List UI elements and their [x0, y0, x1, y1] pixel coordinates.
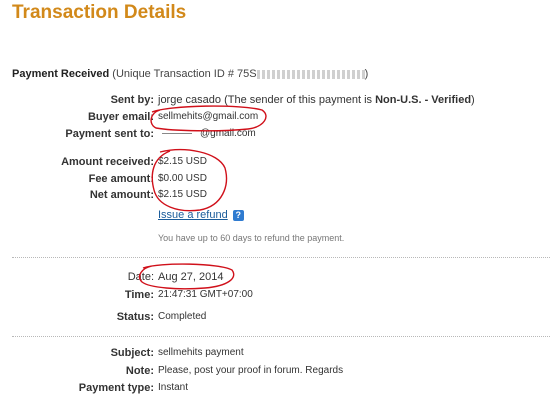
payment-received-line: Payment Received (Unique Transaction ID … [12, 68, 368, 80]
payment-type-label: Payment type: [78, 382, 154, 394]
sent-by-label: Sent by: [110, 94, 154, 106]
sender-note-prefix: (The sender of this payment is [224, 94, 376, 106]
fee-amount-label: Fee amount: [88, 173, 154, 185]
payment-sent-to-label: Payment sent to: [65, 128, 154, 140]
transaction-id-prefix: (Unique Transaction ID # 75S [112, 68, 257, 80]
sender-status: Non-U.S. - Verified [375, 94, 472, 106]
sender-name: jorge casado [158, 94, 221, 106]
time-label: Time: [124, 289, 154, 301]
sender-note-suffix: ) [471, 94, 475, 106]
payment-sent-to-domain: @gmail.com [200, 128, 256, 139]
sent-by-value: jorge casado (The sender of this payment… [158, 94, 475, 106]
status-value: Completed [158, 311, 207, 322]
time-value: 21:47:31 GMT+07:00 [158, 289, 253, 300]
date-value: Aug 27, 2014 [158, 271, 224, 283]
note-label: Note: [125, 365, 154, 377]
annotation-overlay [138, 105, 267, 290]
page-title: Transaction Details [12, 2, 187, 23]
section-divider-2 [12, 336, 550, 337]
payment-type-value: Instant [158, 382, 189, 393]
issue-refund-link[interactable]: Issue a refund [158, 209, 228, 221]
payment-received-label: Payment Received [12, 68, 110, 80]
date-label: Date: [127, 271, 154, 283]
amount-received-value: $2.15 USD [158, 156, 207, 167]
status-label: Status: [116, 311, 154, 323]
amount-received-label: Amount received: [61, 156, 154, 168]
section-divider-1 [12, 257, 550, 258]
net-amount-value: $2.15 USD [158, 189, 207, 200]
buyer-email-label: Buyer email: [87, 111, 154, 123]
transaction-id-suffix: ) [364, 68, 369, 80]
fee-amount-value: $0.00 USD [158, 173, 207, 184]
refund-row: Issue a refund? [158, 209, 244, 221]
subject-value: sellmehits payment [158, 347, 244, 358]
note-value: Please, post your proof in forum. Regard… [158, 365, 344, 376]
refund-note: You have up to 60 days to refund the pay… [158, 233, 345, 243]
buyer-email-value[interactable]: sellmehits@gmail.com [158, 111, 258, 122]
transaction-id-redacted [256, 69, 365, 79]
net-amount-label: Net amount: [89, 189, 154, 201]
payment-sent-to-value: @gmail.com [158, 128, 256, 139]
subject-label: Subject: [110, 347, 154, 359]
help-question-icon[interactable]: ? [232, 209, 244, 221]
email-user-redacted [162, 132, 192, 134]
